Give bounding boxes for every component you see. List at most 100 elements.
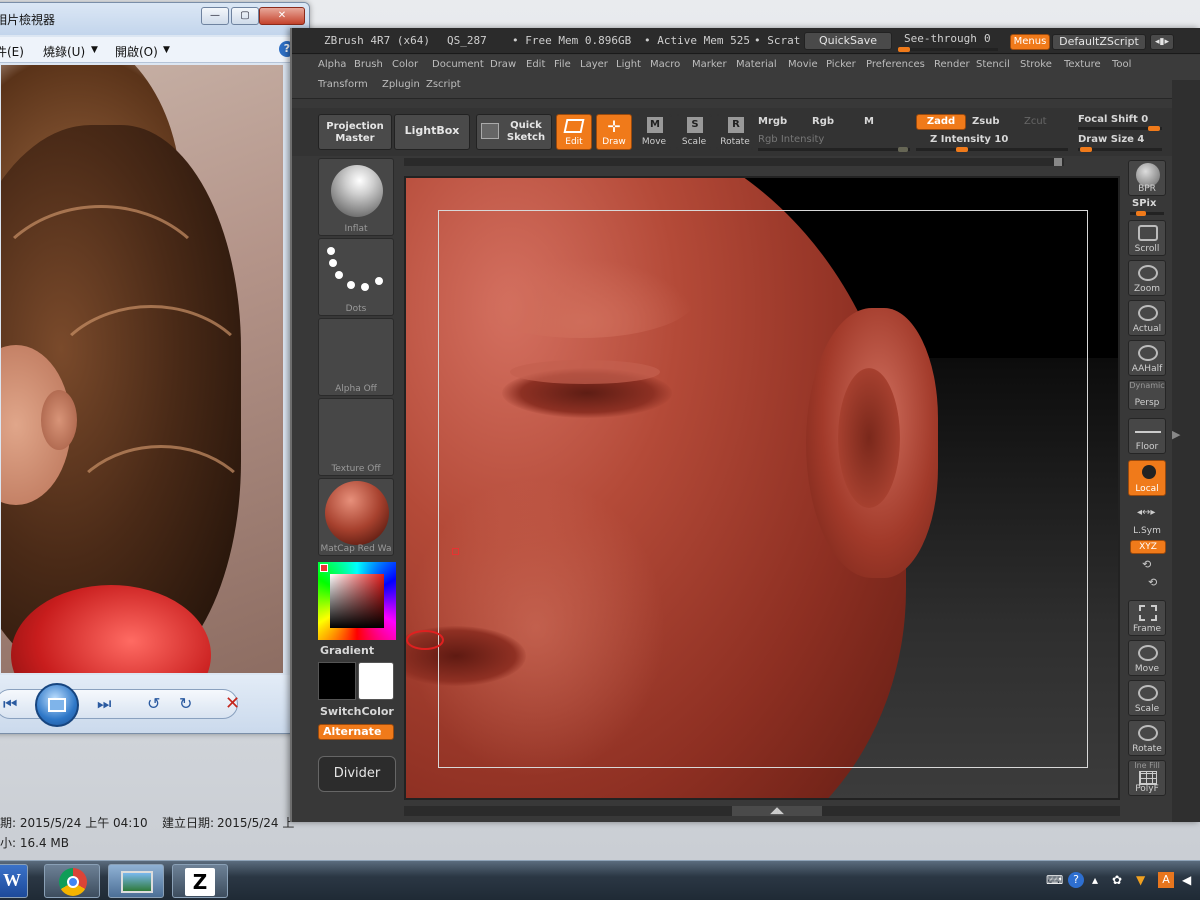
mrgb-button[interactable]: Mrgb bbox=[758, 116, 787, 127]
primary-color-swatch[interactable] bbox=[358, 662, 394, 700]
menu-alpha[interactable]: Alpha bbox=[318, 59, 346, 70]
z-intensity-track[interactable] bbox=[916, 147, 1068, 152]
menu-file[interactable]: File bbox=[554, 59, 571, 70]
see-through-slider[interactable] bbox=[898, 47, 998, 52]
menus-button[interactable]: Menus bbox=[1010, 34, 1050, 50]
menu-movie[interactable]: Movie bbox=[788, 59, 818, 70]
frame-button[interactable]: Frame bbox=[1128, 600, 1166, 636]
polyf-button[interactable]: Ine Fill PolyF bbox=[1128, 760, 1166, 796]
material-selector[interactable]: MatCap Red Wa bbox=[318, 478, 394, 556]
photo-viewer-window[interactable]: 相片檢視器 — ▢ ✕ 件(E) 燒錄(U) ▼ 開啟(O) ▼ ? ⏮ ⏭ ↺… bbox=[0, 2, 310, 734]
maximize-button[interactable]: ▢ bbox=[231, 7, 259, 25]
canvas-scrollbar-top[interactable] bbox=[404, 158, 1064, 166]
xyz-button[interactable]: XYZ bbox=[1130, 540, 1166, 554]
z-intensity-slider[interactable]: Z Intensity 10 bbox=[930, 134, 1008, 145]
scale-view-button[interactable]: Scale bbox=[1128, 680, 1166, 716]
move-mode-button[interactable]: M Move bbox=[636, 114, 672, 150]
menu-open-arrow[interactable]: ▼ bbox=[163, 45, 170, 55]
menu-zplugin[interactable]: Zplugin bbox=[382, 79, 420, 90]
canvas-scroll-handle-top[interactable] bbox=[1054, 158, 1062, 166]
menu-stroke[interactable]: Stroke bbox=[1020, 59, 1052, 70]
rotate-z-icon[interactable]: ⟲ bbox=[1148, 576, 1157, 589]
menu-stencil[interactable]: Stencil bbox=[976, 59, 1010, 70]
menu-edit[interactable]: Edit bbox=[526, 59, 545, 70]
rotate-view-button[interactable]: Rotate bbox=[1128, 720, 1166, 756]
zcut-button[interactable]: Zcut bbox=[1024, 116, 1047, 127]
draw-button[interactable]: ✛ Draw bbox=[596, 114, 632, 150]
menu-document[interactable]: Document bbox=[432, 59, 484, 70]
help-tray-icon[interactable]: ? bbox=[1068, 872, 1084, 888]
menu-light[interactable]: Light bbox=[616, 59, 641, 70]
menu-preferences[interactable]: Preferences bbox=[866, 59, 925, 70]
tray-arrow-icon[interactable]: ▴ bbox=[1092, 873, 1098, 887]
menu-transform[interactable]: Transform bbox=[318, 79, 368, 90]
edit-button[interactable]: Edit bbox=[556, 114, 592, 150]
focal-shift-track[interactable] bbox=[1078, 126, 1162, 131]
keyboard-icon[interactable]: ⌨ bbox=[1046, 873, 1063, 887]
gradient-label[interactable]: Gradient bbox=[320, 644, 374, 657]
scroll-button[interactable]: Scroll bbox=[1128, 220, 1166, 256]
floor-button[interactable]: Floor bbox=[1128, 418, 1166, 454]
photo-viewer-taskbar-button[interactable] bbox=[108, 864, 164, 898]
projection-master-button[interactable]: Projection Master bbox=[318, 114, 392, 150]
canvas-scroll-handle-bottom[interactable]: ◢◣ bbox=[732, 806, 822, 816]
menu-material[interactable]: Material bbox=[736, 59, 777, 70]
delete-icon[interactable]: ✕ bbox=[225, 693, 240, 714]
rgb-button[interactable]: Rgb bbox=[812, 116, 834, 127]
texture-selector[interactable]: Texture Off bbox=[318, 398, 394, 476]
see-through-label[interactable]: See-through bbox=[904, 32, 977, 45]
volume-icon[interactable]: ◀ bbox=[1182, 873, 1191, 887]
menu-file[interactable]: 件(E) bbox=[0, 43, 24, 60]
menu-draw[interactable]: Draw bbox=[490, 59, 516, 70]
draw-size-track[interactable] bbox=[1078, 147, 1162, 152]
menu-picker[interactable]: Picker bbox=[826, 59, 856, 70]
expand-right-tray-icon[interactable]: ▶ bbox=[1172, 428, 1180, 441]
menu-color[interactable]: Color bbox=[392, 59, 418, 70]
color-picker[interactable] bbox=[318, 562, 396, 640]
focal-shift-slider[interactable]: Focal Shift 0 bbox=[1078, 114, 1148, 125]
minimize-button[interactable]: — bbox=[201, 7, 229, 25]
menu-open[interactable]: 開啟(O) bbox=[115, 43, 158, 60]
alpha-selector[interactable]: Alpha Off bbox=[318, 318, 394, 396]
menu-burn-arrow[interactable]: ▼ bbox=[91, 45, 98, 55]
close-button[interactable]: ✕ bbox=[259, 7, 305, 25]
menu-burn[interactable]: 燒錄(U) bbox=[43, 43, 85, 60]
rgb-intensity-track[interactable] bbox=[758, 147, 910, 152]
color-picker-square[interactable] bbox=[330, 574, 384, 628]
menu-macro[interactable]: Macro bbox=[650, 59, 680, 70]
brush-selector[interactable]: Inflat bbox=[318, 158, 394, 236]
tray-network-icon[interactable]: ▼ bbox=[1136, 873, 1145, 887]
bpr-button[interactable]: BPR bbox=[1128, 160, 1166, 196]
local-button[interactable]: Local bbox=[1128, 460, 1166, 496]
tray-ime-icon[interactable]: A bbox=[1158, 872, 1174, 888]
move-view-button[interactable]: Move bbox=[1128, 640, 1166, 676]
menu-texture[interactable]: Texture bbox=[1064, 59, 1101, 70]
rgb-intensity-slider[interactable]: Rgb Intensity bbox=[758, 134, 824, 145]
spix-track[interactable] bbox=[1130, 211, 1164, 216]
scale-mode-button[interactable]: S Scale bbox=[676, 114, 712, 150]
zbrush-window[interactable]: ZBrush 4R7 (x64) QS_287 • Free Mem 0.896… bbox=[290, 28, 1200, 822]
menu-zscript[interactable]: Zscript bbox=[426, 79, 461, 90]
rotate-y-icon[interactable]: ⟲ bbox=[1142, 558, 1151, 571]
menu-brush[interactable]: Brush bbox=[354, 59, 383, 70]
switch-color-button[interactable]: SwitchColor bbox=[320, 705, 394, 718]
previous-icon[interactable]: ⏮ bbox=[3, 694, 17, 714]
tray-toggle-icon[interactable]: ◂▮▸ bbox=[1150, 34, 1174, 50]
m-button[interactable]: M bbox=[864, 116, 874, 127]
persp-button[interactable]: Dynamic Persp bbox=[1128, 380, 1166, 410]
menu-render[interactable]: Render bbox=[934, 59, 970, 70]
zsub-button[interactable]: Zsub bbox=[972, 116, 999, 127]
lsym-button[interactable]: L.Sym ◂↔▸ bbox=[1128, 502, 1166, 538]
lightbox-button[interactable]: LightBox bbox=[394, 114, 470, 150]
aahalf-button[interactable]: AAHalf bbox=[1128, 340, 1166, 376]
divider-button[interactable]: Divider bbox=[318, 756, 396, 792]
quick-sketch-button[interactable]: Quick Sketch bbox=[476, 114, 552, 150]
quicksave-button[interactable]: QuickSave bbox=[804, 32, 892, 50]
secondary-color-swatch[interactable] bbox=[318, 662, 356, 700]
default-zscript-button[interactable]: DefaultZScript bbox=[1052, 34, 1146, 50]
menu-marker[interactable]: Marker bbox=[692, 59, 727, 70]
menu-layer[interactable]: Layer bbox=[580, 59, 608, 70]
next-icon[interactable]: ⏭ bbox=[97, 694, 111, 714]
spix-slider[interactable]: SPix bbox=[1132, 198, 1156, 209]
slideshow-button[interactable] bbox=[35, 683, 79, 727]
